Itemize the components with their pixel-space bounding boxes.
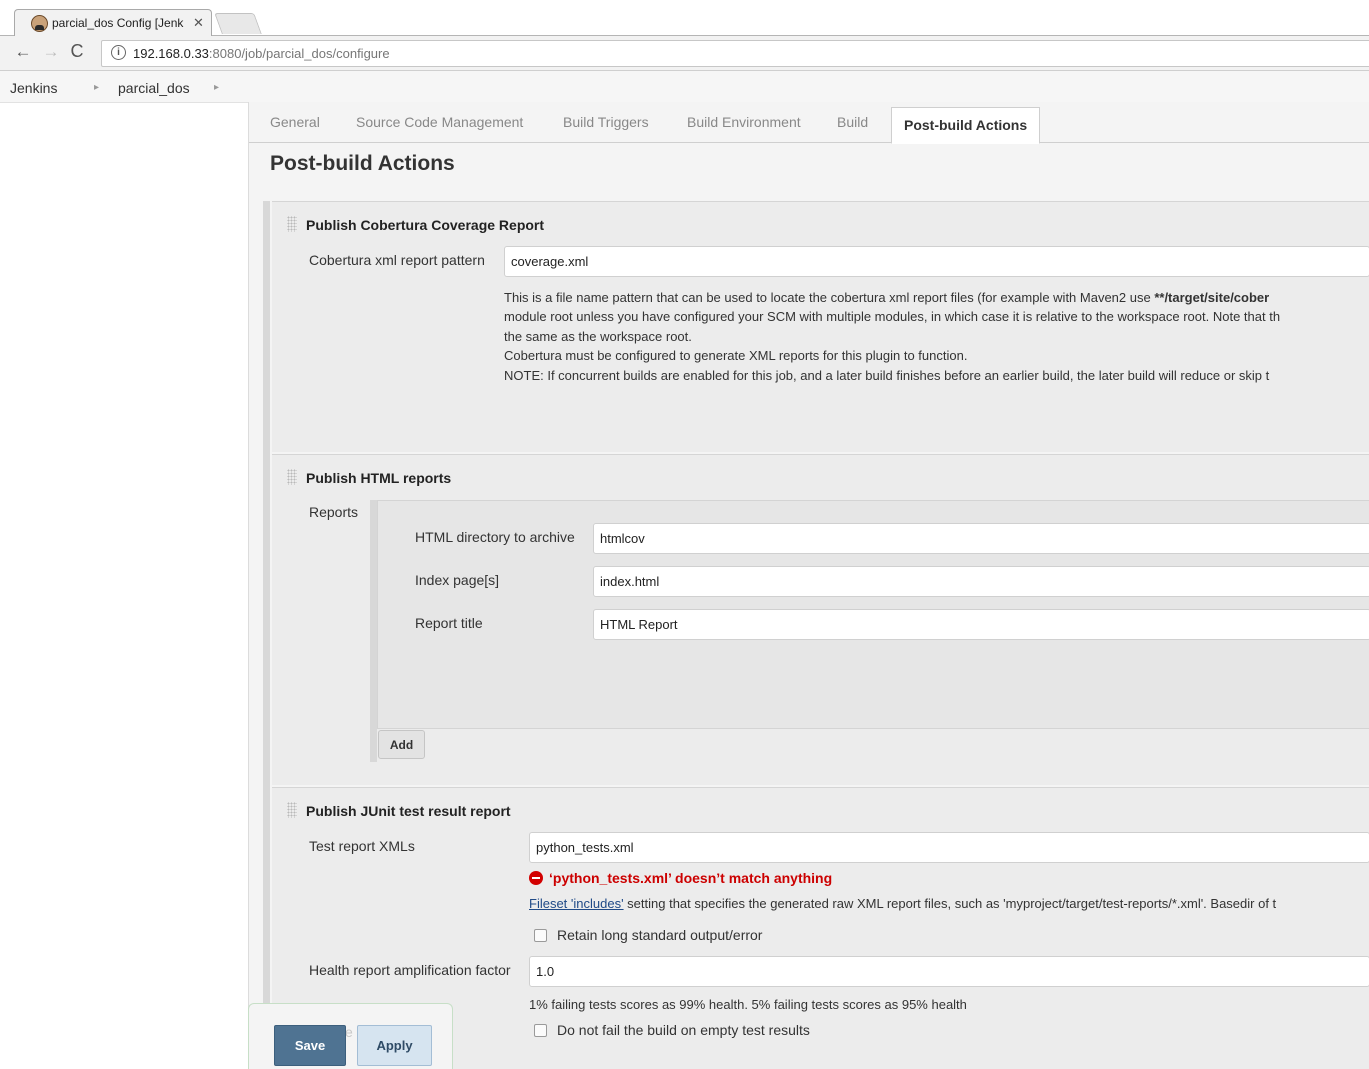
forward-arrow-icon[interactable]: →: [40, 42, 62, 62]
drag-handle-icon[interactable]: [287, 802, 297, 818]
browser-toolbar: ← → C i 192.168.0.33:8080/job/parcial_do…: [0, 36, 1369, 71]
tab-build[interactable]: Build: [837, 114, 868, 130]
cobertura-help-path: **/target/site/cober: [1154, 290, 1270, 305]
cobertura-help-text: This is a file name pattern that can be …: [504, 290, 1155, 305]
breadcrumb-separator-icon[interactable]: ▸: [214, 82, 219, 93]
breadcrumb-separator-icon[interactable]: ▸: [94, 82, 99, 93]
junit-help-text: setting that specifies the generated raw…: [623, 896, 1277, 911]
junit-title: Publish JUnit test result report: [306, 803, 511, 819]
save-button[interactable]: Save: [274, 1025, 346, 1066]
jenkins-favicon-icon: [31, 15, 48, 32]
html-dir-label: HTML directory to archive: [415, 529, 575, 545]
browser-tab-strip: parcial_dos Config [Jenki ✕: [0, 0, 1369, 37]
health-factor-help: 1% failing tests scores as 99% health. 5…: [529, 997, 967, 1012]
site-info-icon[interactable]: i: [111, 45, 126, 60]
config-tab-bar: General Source Code Management Build Tri…: [249, 102, 1369, 144]
breadcrumb-job[interactable]: parcial_dos: [118, 80, 190, 96]
error-icon: [529, 871, 543, 885]
html-report-entry: HTML directory to archive Index page[s] …: [377, 500, 1369, 729]
cobertura-help-line5: NOTE: If concurrent builds are enabled f…: [504, 368, 1270, 383]
tab-build-environment[interactable]: Build Environment: [687, 114, 801, 130]
tab-post-build-actions[interactable]: Post-build Actions: [891, 107, 1041, 144]
bottom-action-bar: e Save Apply: [248, 1003, 453, 1069]
tab-general[interactable]: General: [270, 114, 320, 130]
report-title-label: Report title: [415, 615, 483, 631]
browser-tab[interactable]: parcial_dos Config [Jenki ✕: [14, 9, 212, 37]
cobertura-pattern-input[interactable]: [504, 246, 1369, 277]
junit-help: Fileset 'includes' setting that specifie…: [529, 894, 1276, 914]
no-fail-empty-label: Do not fail the build on empty test resu…: [557, 1022, 810, 1038]
xml-match-error-text: ‘python_tests.xml’ doesn’t match anythin…: [549, 870, 833, 886]
drag-handle-icon[interactable]: [287, 216, 297, 232]
address-bar[interactable]: i 192.168.0.33:8080/job/parcial_dos/conf…: [101, 40, 1369, 67]
html-reports-title: Publish HTML reports: [306, 470, 452, 486]
report-title-input[interactable]: [593, 609, 1369, 640]
config-form: General Source Code Management Build Tri…: [248, 102, 1369, 1069]
back-arrow-icon[interactable]: ←: [12, 42, 34, 62]
drag-handle-icon[interactable]: [287, 469, 297, 485]
close-tab-icon[interactable]: ✕: [193, 15, 204, 31]
new-tab-button[interactable]: [214, 13, 262, 34]
fileset-includes-link[interactable]: Fileset 'includes': [529, 896, 624, 911]
cobertura-help-line3: the same as the workspace root.: [504, 329, 692, 344]
reload-icon[interactable]: C: [66, 41, 88, 62]
html-dir-input[interactable]: [593, 523, 1369, 554]
no-fail-empty-checkbox[interactable]: [534, 1023, 547, 1037]
test-report-xmls-label: Test report XMLs: [309, 838, 415, 854]
url-host: 192.168.0.33: [133, 46, 209, 61]
cobertura-help-line2: module root unless you have configured y…: [504, 309, 1281, 324]
url-path: :8080/job/parcial_dos/configure: [208, 46, 390, 61]
retain-output-option[interactable]: Retain long standard output/error: [534, 927, 762, 943]
health-factor-input[interactable]: [529, 956, 1369, 987]
retain-output-checkbox[interactable]: [534, 928, 547, 942]
no-fail-empty-option[interactable]: Do not fail the build on empty test resu…: [534, 1022, 810, 1038]
xml-match-error: ‘python_tests.xml’ doesn’t match anythin…: [529, 870, 832, 886]
reports-label: Reports: [309, 504, 359, 520]
breadcrumb: Jenkins ▸ parcial_dos ▸: [0, 71, 1369, 103]
cobertura-block: Publish Cobertura Coverage Report Cobert…: [272, 201, 1369, 452]
index-pages-input[interactable]: [593, 566, 1369, 597]
cobertura-help-line1: This is a file name pattern that can be …: [504, 288, 1269, 308]
apply-button[interactable]: Apply: [357, 1025, 432, 1066]
page-title: Post-build Actions: [270, 152, 455, 175]
health-factor-label: Health report amplification factor: [309, 962, 511, 978]
obscured-label-fragment: e: [345, 1024, 353, 1040]
retain-output-label: Retain long standard output/error: [557, 927, 763, 943]
cobertura-pattern-label: Cobertura xml report pattern: [309, 252, 485, 268]
index-pages-label: Index page[s]: [415, 572, 500, 588]
breadcrumb-jenkins[interactable]: Jenkins: [10, 80, 57, 96]
test-report-xmls-input[interactable]: [529, 832, 1369, 863]
address-url[interactable]: 192.168.0.33:8080/job/parcial_dos/config…: [133, 46, 390, 61]
browser-tab-title: parcial_dos Config [Jenki: [52, 16, 184, 30]
cobertura-title: Publish Cobertura Coverage Report: [306, 217, 545, 233]
cobertura-help-line4: Cobertura must be configured to generate…: [504, 348, 968, 363]
section-left-bar: [263, 201, 270, 1068]
add-report-button[interactable]: Add: [378, 730, 425, 759]
tab-source-code-management[interactable]: Source Code Management: [356, 114, 523, 130]
reports-left-bar: [370, 500, 377, 762]
tab-build-triggers[interactable]: Build Triggers: [563, 114, 649, 130]
